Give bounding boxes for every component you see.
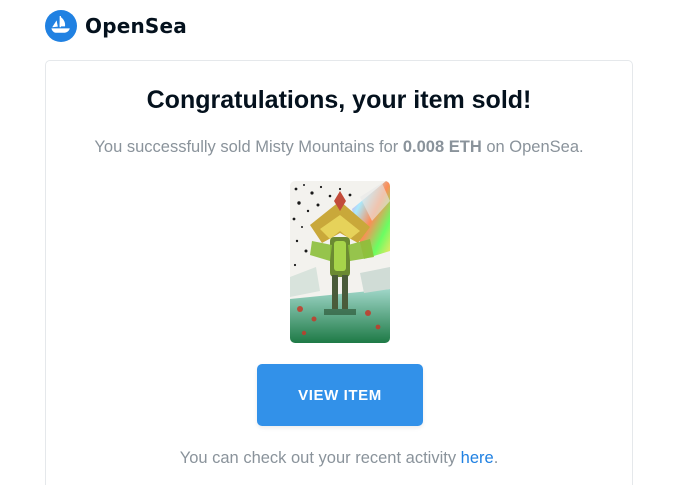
activity-prefix: You can check out your recent activity	[179, 449, 461, 467]
sale-price: 0.008 ETH	[402, 138, 482, 156]
activity-here-link[interactable]: here	[461, 449, 494, 467]
opensea-logo-icon[interactable]	[45, 10, 77, 42]
sale-message: You successfully sold Misty Mountains fo…	[46, 138, 632, 157]
notification-card: Congratulations, your item sold! You suc…	[45, 60, 633, 485]
sale-message-prefix: You successfully sold Misty Mountains fo…	[94, 138, 403, 156]
recent-activity-text: You can check out your recent activity h…	[46, 449, 632, 468]
header: OpenSea	[45, 9, 187, 43]
view-item-button[interactable]: VIEW ITEM	[257, 364, 423, 426]
email-page: OpenSea Congratulations, your item sold!…	[0, 0, 680, 485]
page-title: Congratulations, your item sold!	[146, 86, 532, 114]
nft-artwork-image[interactable]	[290, 181, 390, 343]
brand-name[interactable]: OpenSea	[85, 14, 187, 38]
sale-message-suffix: on OpenSea.	[481, 138, 584, 156]
activity-suffix: .	[493, 449, 499, 467]
